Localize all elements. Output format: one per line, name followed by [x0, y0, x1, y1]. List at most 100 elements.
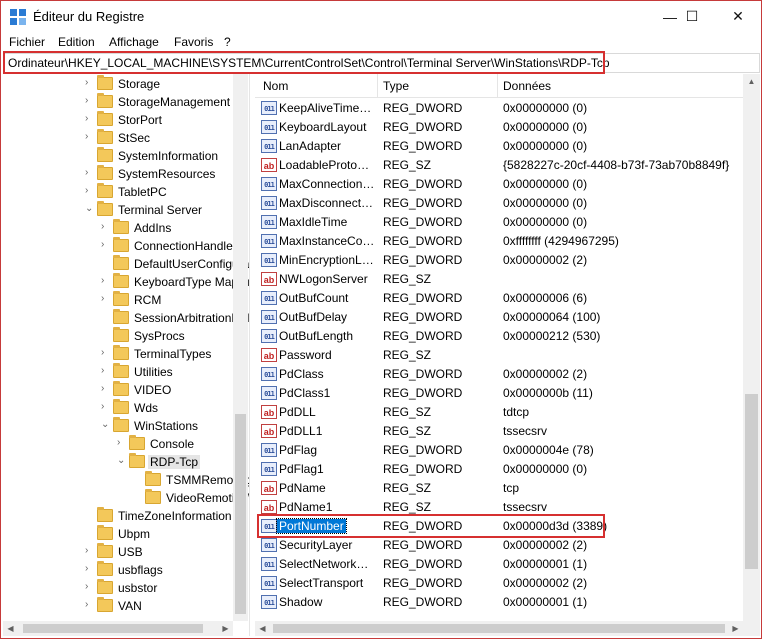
chevron-right-icon[interactable]: › — [85, 76, 95, 90]
scroll-up-icon[interactable]: ▲ — [744, 74, 759, 89]
chevron-right-icon[interactable]: › — [101, 364, 111, 378]
chevron-right-icon[interactable]: › — [85, 130, 95, 144]
chevron-right-icon[interactable]: › — [85, 112, 95, 126]
tree-item[interactable]: › Wds — [3, 399, 235, 417]
value-row[interactable]: 011 MinEncryptionLevel REG_DWORD 0x00000002… — [255, 251, 743, 270]
menu-fichier[interactable]: Fichier — [9, 35, 45, 49]
chevron-right-icon[interactable] — [101, 256, 111, 270]
value-row[interactable]: abLoadableProtocol_Object REG_SZ {5828227c… — [255, 156, 743, 175]
value-row[interactable]: 011 OutBufCount REG_DWORD 0x00000006 (6) — [255, 289, 743, 308]
menu-affichage[interactable]: Affichage — [109, 35, 159, 49]
maximize-button[interactable]: ☐ — [669, 1, 715, 32]
value-row[interactable]: ab NWLogonServer REG_SZ — [255, 270, 743, 289]
column-header-name[interactable]: Nom — [263, 79, 288, 93]
value-row[interactable]: 011 OutBufLength REG_DWORD 0x00000212 (530) — [255, 327, 743, 346]
tree-item[interactable]: › ConnectionHandler — [3, 237, 237, 255]
tree-item[interactable]: › VIDEO — [3, 381, 235, 399]
tree-item[interactable]: SysProcs — [3, 327, 235, 345]
tree-item[interactable]: › USB — [3, 543, 235, 561]
list-horizontal-scrollbar[interactable]: ◀ ▶ — [255, 621, 743, 636]
tree-item[interactable]: DefaultUserConfiguration — [3, 255, 249, 273]
tree-item[interactable]: ⌄ RDP-Tcp — [3, 453, 235, 471]
value-row[interactable]: 011 PdFlag1 REG_DWORD 0x00000000 (0) — [255, 460, 743, 479]
scroll-left-icon[interactable]: ◀ — [255, 621, 270, 636]
chevron-right-icon[interactable]: › — [101, 400, 111, 414]
tree-item[interactable]: ⌄ Terminal Server — [3, 201, 235, 219]
chevron-right-icon[interactable]: › — [101, 382, 111, 396]
list-vertical-scrollbar[interactable]: ▲ — [743, 74, 760, 621]
list-vscroll-thumb[interactable] — [745, 394, 758, 569]
tree-item[interactable]: TimeZoneInformation — [3, 507, 235, 525]
value-row[interactable]: 011 OutBufDelay REG_DWORD 0x00000064 (100) — [255, 308, 743, 327]
tree-item[interactable]: › TerminalTypes — [3, 345, 235, 363]
tree-item[interactable]: TSMMRemotingAllowedApps — [3, 471, 249, 489]
chevron-down-icon[interactable]: ⌄ — [117, 454, 127, 468]
tree-item[interactable]: › StorPort — [3, 111, 235, 129]
value-row[interactable]: ab PdDLL1 REG_SZ tssecsrv — [255, 422, 743, 441]
tree-item[interactable]: ⌄ WinStations — [3, 417, 235, 435]
chevron-right-icon[interactable]: › — [85, 166, 95, 180]
value-row[interactable]: 011 SecurityLayer REG_DWORD 0x00000002 (2) — [255, 536, 743, 555]
list-hscroll-thumb[interactable] — [273, 624, 725, 633]
tree-vscroll-thumb[interactable] — [235, 414, 246, 614]
tree-item[interactable]: › SystemResources — [3, 165, 235, 183]
value-row[interactable]: 011 PdClass1 REG_DWORD 0x0000000b (11) — [255, 384, 743, 403]
chevron-right-icon[interactable]: › — [85, 94, 95, 108]
value-row[interactable]: 011 PdFlag REG_DWORD 0x0000004e (78) — [255, 441, 743, 460]
value-row[interactable]: 011 PortNumber REG_DWORD 0x00000d3d (3389) — [255, 517, 743, 536]
value-row[interactable]: 011 MaxInstanceCount REG_DWORD 0xffffffff (… — [255, 232, 743, 251]
tree-item[interactable]: SystemInformation — [3, 147, 235, 165]
chevron-right-icon[interactable] — [101, 328, 111, 342]
chevron-right-icon[interactable] — [85, 148, 95, 162]
column-header-type[interactable]: Type — [383, 79, 409, 93]
column-header-data[interactable]: Données — [503, 79, 551, 93]
chevron-right-icon[interactable]: › — [101, 292, 111, 306]
tree-item[interactable]: › KeyboardType Mapping — [3, 273, 249, 291]
chevron-right-icon[interactable]: › — [85, 184, 95, 198]
menu-favoris[interactable]: Favoris — [174, 35, 213, 49]
tree-hscroll-thumb[interactable] — [23, 624, 203, 633]
tree-item[interactable]: › AddIns — [3, 219, 235, 237]
chevron-right-icon[interactable] — [85, 508, 95, 522]
tree-item[interactable]: Ubpm — [3, 525, 235, 543]
chevron-down-icon[interactable]: ⌄ — [85, 202, 95, 216]
value-row[interactable]: 011MaxConnectionTime REG_DWORD 0x00000000 … — [255, 175, 743, 194]
address-path[interactable]: Ordinateur\HKEY_LOCAL_MACHINE\SYSTEM\Cur… — [8, 56, 610, 70]
scroll-right-icon[interactable]: ▶ — [728, 621, 743, 636]
chevron-right-icon[interactable]: › — [101, 274, 111, 288]
value-row[interactable]: 011 LanAdapter REG_DWORD 0x00000000 (0) — [255, 137, 743, 156]
tree-item[interactable]: SessionArbitrationHelper — [3, 309, 249, 327]
tree-item[interactable]: › Storage — [3, 75, 235, 93]
chevron-right-icon[interactable] — [101, 310, 111, 324]
chevron-right-icon[interactable]: › — [85, 544, 95, 558]
value-row[interactable]: 011 KeyboardLayout REG_DWORD 0x00000000 (0) — [255, 118, 743, 137]
close-button[interactable]: ✕ — [715, 1, 761, 32]
value-row[interactable]: 011 KeepAliveTimeout REG_DWORD 0x00000000 (… — [255, 99, 743, 118]
scroll-left-icon[interactable]: ◀ — [3, 621, 18, 636]
chevron-right-icon[interactable]: › — [101, 220, 111, 234]
chevron-right-icon[interactable]: › — [117, 436, 127, 450]
tree-item[interactable]: › usbstor — [3, 579, 235, 597]
tree-item[interactable]: VideoRemotingWindowNames — [3, 489, 249, 507]
key-tree-pane[interactable]: › Storage › StorageManagement › StorPort › StSe… — [3, 74, 250, 636]
value-row[interactable]: 011SelectNetworkDetect REG_DWORD 0x0000000… — [255, 555, 743, 574]
value-row[interactable]: ab PdName1 REG_SZ tssecsrv — [255, 498, 743, 517]
tree-item[interactable]: › Console — [3, 435, 235, 453]
value-row[interactable]: 011 Shadow REG_DWORD 0x00000001 (1) — [255, 593, 743, 612]
chevron-right-icon[interactable] — [85, 526, 95, 540]
tree-item[interactable]: › StSec — [3, 129, 235, 147]
value-row[interactable]: ab PdDLL REG_SZ tdtcp — [255, 403, 743, 422]
value-row[interactable]: 011MaxDisconnectionTime REG_DWORD 0x000000… — [255, 194, 743, 213]
column-separator[interactable] — [377, 74, 378, 98]
chevron-right-icon[interactable]: › — [85, 598, 95, 612]
tree-horizontal-scrollbar[interactable]: ◀ ▶ — [3, 621, 233, 636]
value-row[interactable]: ab PdName REG_SZ tcp — [255, 479, 743, 498]
scroll-right-icon[interactable]: ▶ — [218, 621, 233, 636]
value-row[interactable]: 011 MaxIdleTime REG_DWORD 0x00000000 (0) — [255, 213, 743, 232]
chevron-down-icon[interactable]: ⌄ — [101, 418, 111, 432]
chevron-right-icon[interactable]: › — [85, 562, 95, 576]
tree-item[interactable]: › usbflags — [3, 561, 235, 579]
chevron-right-icon[interactable]: › — [85, 580, 95, 594]
column-separator[interactable] — [497, 74, 498, 98]
chevron-right-icon[interactable]: › — [101, 238, 111, 252]
